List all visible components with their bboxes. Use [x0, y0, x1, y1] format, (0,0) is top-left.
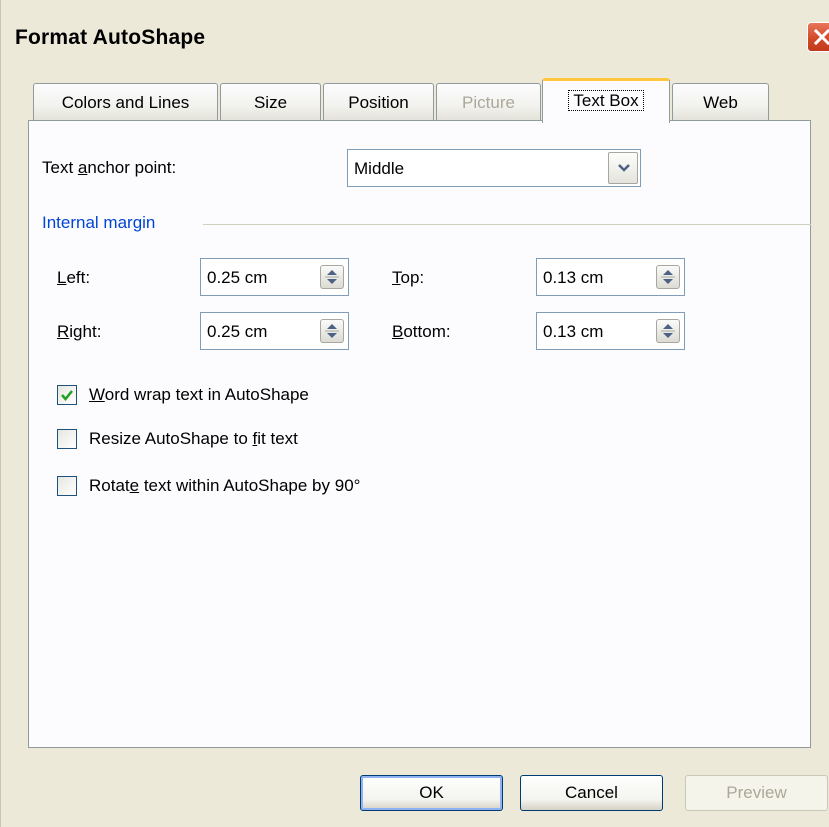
- tab-label: Size: [253, 93, 288, 112]
- spin-updown-button[interactable]: [320, 319, 344, 343]
- top-margin-label: Top:: [392, 268, 425, 287]
- spin-arrows-icon: [325, 270, 339, 284]
- tab-label: Position: [348, 93, 409, 112]
- bottom-margin-label: Bottom:: [392, 322, 451, 341]
- tab-picture[interactable]: Picture: [436, 83, 541, 121]
- tab-colors-and-lines[interactable]: Colors and Lines: [33, 83, 218, 121]
- group-divider: [203, 224, 811, 225]
- resize-autoshape-checkbox[interactable]: [57, 429, 77, 449]
- ok-button-label: OK: [419, 783, 444, 802]
- tab-label: Colors and Lines: [61, 93, 190, 112]
- rotate-text-checkbox[interactable]: [57, 476, 77, 496]
- spinner-value: 0.13 cm: [543, 322, 604, 341]
- checkmark-icon: [61, 390, 73, 401]
- spinner-value: 0.25 cm: [207, 268, 268, 287]
- title-bar: Format AutoShape: [1, 0, 829, 58]
- spin-arrows-icon: [661, 270, 675, 284]
- tab-label: Picture: [462, 93, 515, 112]
- tab-text-box[interactable]: Text Box: [542, 78, 670, 123]
- word-wrap-checkbox[interactable]: [57, 385, 77, 405]
- tab-position[interactable]: Position: [323, 83, 434, 121]
- tab-label: Web: [703, 93, 738, 112]
- tab-size[interactable]: Size: [220, 83, 321, 121]
- spinner-value: 0.13 cm: [543, 268, 604, 287]
- text-anchor-point-select[interactable]: Middle: [347, 149, 641, 187]
- dropdown-button[interactable]: [608, 152, 638, 184]
- tab-web[interactable]: Web: [672, 83, 769, 121]
- spin-updown-button[interactable]: [656, 319, 680, 343]
- chevron-down-icon: [618, 164, 630, 172]
- spinner-value: 0.25 cm: [207, 322, 268, 341]
- close-icon: [813, 28, 829, 46]
- resize-autoshape-label[interactable]: Resize AutoShape to fit text: [89, 429, 298, 449]
- close-button[interactable]: [807, 22, 829, 52]
- preview-button-label: Preview: [726, 783, 787, 802]
- top-margin-spinner[interactable]: 0.13 cm: [536, 258, 685, 296]
- left-margin-spinner[interactable]: 0.25 cm: [200, 258, 349, 296]
- format-autoshape-dialog: Format AutoShape Colors and Lines Size P…: [0, 0, 829, 827]
- select-value: Middle: [354, 159, 405, 178]
- rotate-text-label[interactable]: Rotate text within AutoShape by 90°: [89, 476, 360, 496]
- cancel-button-label: Cancel: [565, 783, 618, 802]
- ok-button[interactable]: OK: [360, 775, 503, 811]
- dialog-title: Format AutoShape: [15, 26, 206, 49]
- spin-updown-button[interactable]: [656, 265, 680, 289]
- cancel-button[interactable]: Cancel: [520, 775, 663, 811]
- spin-updown-button[interactable]: [320, 265, 344, 289]
- word-wrap-label[interactable]: Word wrap text in AutoShape: [89, 385, 309, 405]
- spin-arrows-icon: [325, 324, 339, 338]
- right-margin-label: Right:: [57, 322, 102, 341]
- text-anchor-point-label: Text anchor point:: [42, 158, 177, 177]
- internal-margin-label: Internal margin: [42, 213, 156, 232]
- bottom-margin-spinner[interactable]: 0.13 cm: [536, 312, 685, 350]
- spin-arrows-icon: [661, 324, 675, 338]
- tab-panel-text-box: Text anchor point: Middle Internal margi…: [28, 120, 811, 748]
- tab-label: Text Box: [568, 90, 644, 111]
- right-margin-spinner[interactable]: 0.25 cm: [200, 312, 349, 350]
- preview-button[interactable]: Preview: [685, 775, 828, 811]
- left-margin-label: Left:: [57, 268, 91, 287]
